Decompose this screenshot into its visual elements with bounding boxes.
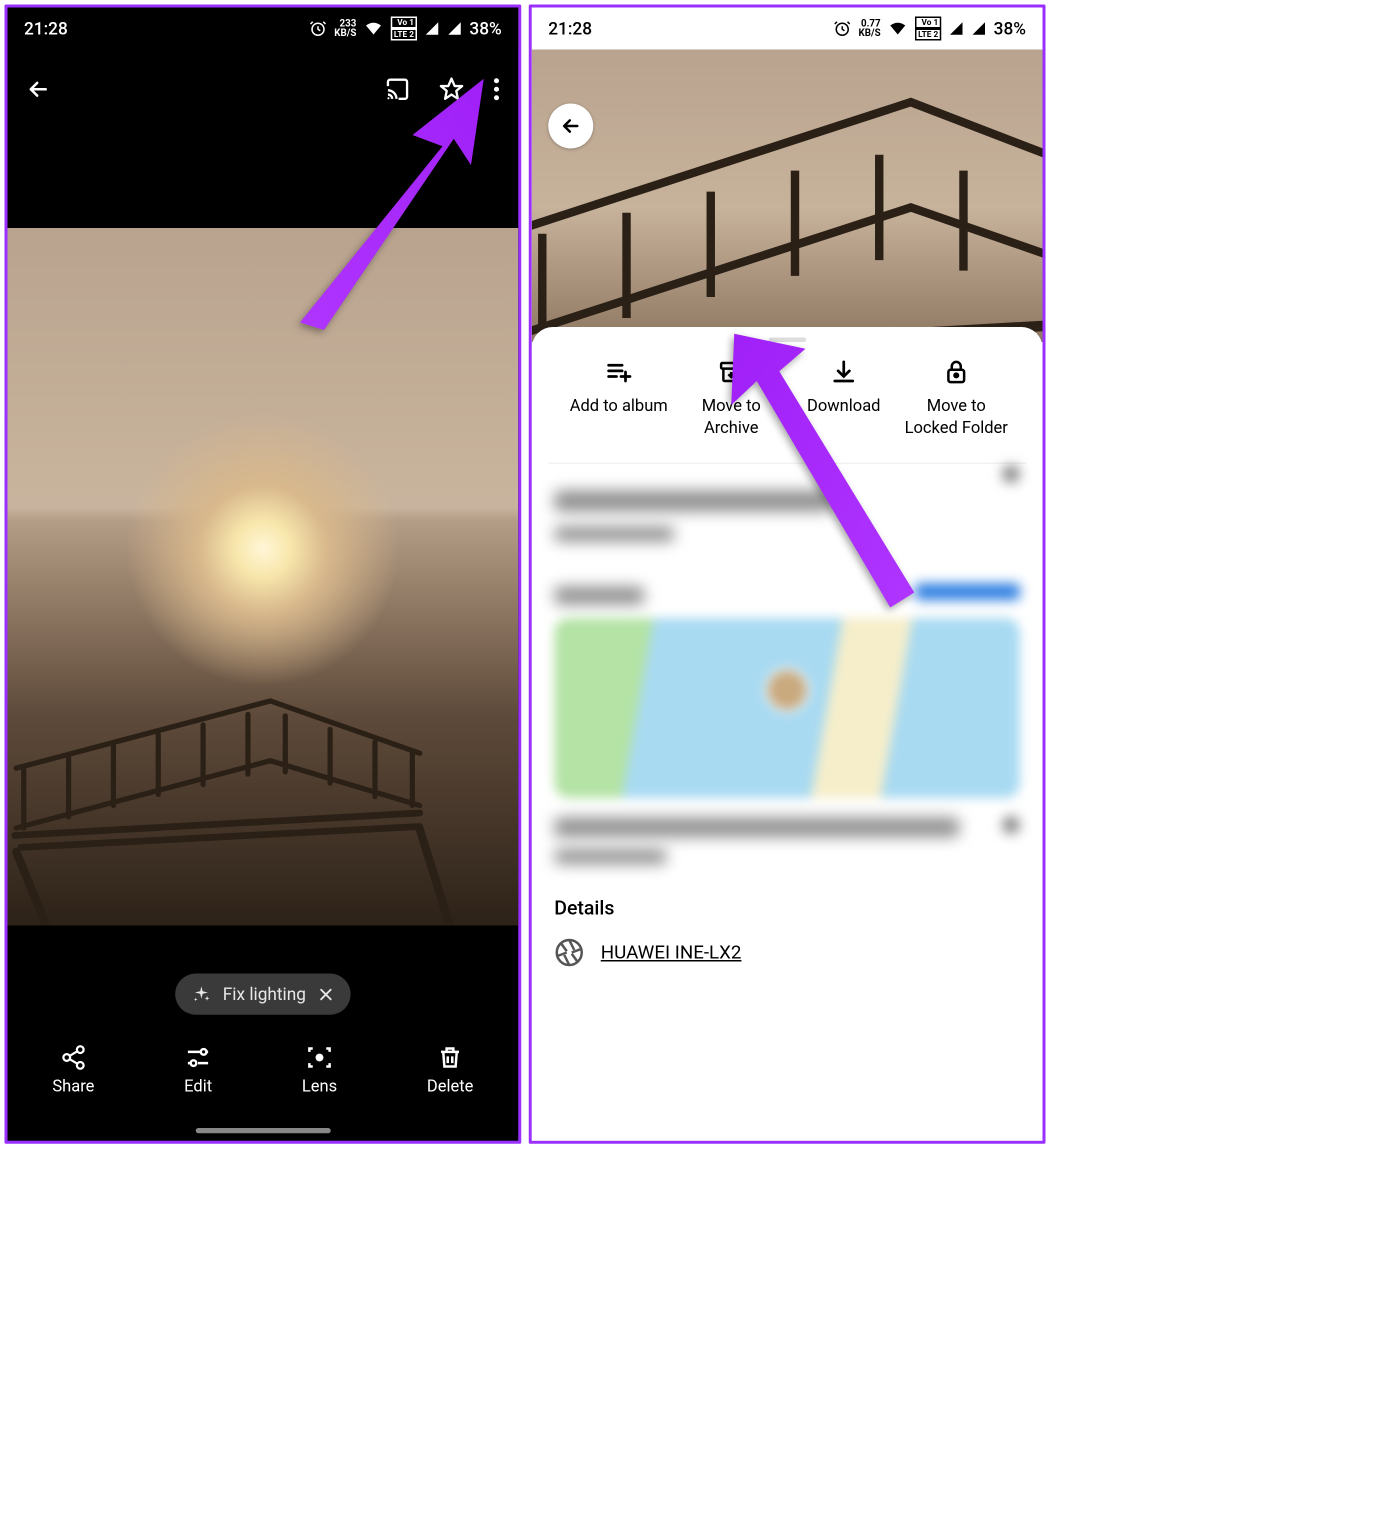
device-row[interactable]: HUAWEI INE-LX2 (532, 938, 1043, 968)
details-heading: Details (532, 897, 1043, 938)
status-bar: 21:28 0.77 KB/S Vo 1 LTE 2 38% (532, 8, 1043, 50)
location-map[interactable] (554, 618, 1020, 798)
fix-lighting-chip[interactable]: Fix lighting (175, 974, 351, 1015)
trash-icon (437, 1044, 464, 1071)
archive-icon (718, 359, 745, 386)
signal-icon (949, 21, 964, 36)
move-to-locked-button[interactable]: Move to Locked Folder (904, 359, 1009, 439)
photo-info (532, 464, 1043, 865)
photo-thumb (532, 50, 1043, 343)
screenshot-right: 21:28 0.77 KB/S Vo 1 LTE 2 38% (529, 5, 1046, 1144)
share-icon (60, 1044, 87, 1071)
arrow-left-icon (560, 115, 583, 138)
status-icons: 233 KB/S Vo 1 LTE 2 38% (309, 17, 502, 40)
photo-content (8, 228, 519, 926)
back-button[interactable] (26, 77, 52, 106)
screenshot-left: 21:28 233 KB/S Vo 1 LTE 2 38% (5, 5, 522, 1144)
info-location-link-blur (915, 584, 1020, 601)
status-time: 21:28 (24, 18, 68, 38)
status-time: 21:28 (548, 18, 592, 38)
photo-viewport[interactable] (8, 132, 519, 1021)
sliders-icon (185, 1044, 212, 1071)
aperture-icon (554, 938, 584, 968)
bottom-action-bar: Share Edit Lens Delete (8, 1021, 519, 1141)
signal-icon-2 (447, 21, 462, 36)
photo-header (532, 50, 1043, 343)
battery-text: 38% (994, 18, 1026, 38)
bottom-sheet: Add to album Move to Archive Download Mo… (532, 327, 1043, 1141)
favorite-button[interactable] (439, 77, 465, 106)
bridge-graphic (532, 50, 1043, 343)
chip-label: Fix lighting (223, 984, 306, 1004)
playlist-add-icon (605, 359, 632, 386)
sheet-grabber[interactable] (768, 338, 806, 343)
lte-badge: Vo 1 LTE 2 (391, 17, 417, 40)
net-speed: 233 KB/S (334, 19, 356, 39)
share-button[interactable]: Share (52, 1044, 94, 1096)
add-to-album-button[interactable]: Add to album (566, 359, 671, 439)
action-row: Add to album Move to Archive Download Mo… (548, 351, 1026, 464)
lte-badge: Vo 1 LTE 2 (915, 17, 941, 40)
lock-icon (943, 359, 970, 386)
battery-text: 38% (469, 18, 501, 38)
wifi-icon (364, 20, 384, 38)
cast-button[interactable] (385, 77, 411, 106)
delete-button[interactable]: Delete (427, 1044, 473, 1096)
more-vert-icon (493, 77, 501, 103)
device-name: HUAWEI INE-LX2 (601, 942, 742, 964)
info-date-blur (554, 491, 832, 512)
move-to-archive-button[interactable]: Move to Archive (679, 359, 784, 439)
signal-icon (424, 21, 439, 36)
sparkle-icon (191, 984, 211, 1004)
info-caption-blur (554, 527, 674, 542)
info-address2-blur (554, 849, 667, 864)
use-as-button[interactable]: Use (1016, 359, 1026, 439)
wifi-icon (888, 20, 908, 38)
edit-button[interactable]: Edit (184, 1044, 212, 1096)
photo-top-bar (8, 50, 519, 133)
close-icon[interactable] (318, 986, 335, 1003)
status-icons: 0.77 KB/S Vo 1 LTE 2 38% (833, 17, 1026, 40)
info-address-blur (554, 818, 959, 838)
alarm-icon (309, 20, 327, 38)
status-bar: 21:28 233 KB/S Vo 1 LTE 2 38% (8, 8, 519, 50)
download-icon (830, 359, 857, 386)
star-icon (439, 77, 465, 103)
lens-icon (306, 1044, 333, 1071)
back-button[interactable] (548, 104, 593, 149)
net-speed: 0.77 KB/S (859, 19, 881, 39)
gesture-bar (195, 1128, 330, 1133)
download-button[interactable]: Download (791, 359, 896, 439)
bridge-graphic (8, 611, 519, 925)
arrow-left-icon (26, 77, 52, 103)
signal-icon-2 (971, 21, 986, 36)
more-button[interactable] (493, 77, 501, 106)
cast-icon (385, 77, 411, 103)
alarm-icon (833, 20, 851, 38)
info-location-label-blur (554, 587, 644, 605)
lens-button[interactable]: Lens (302, 1044, 337, 1096)
